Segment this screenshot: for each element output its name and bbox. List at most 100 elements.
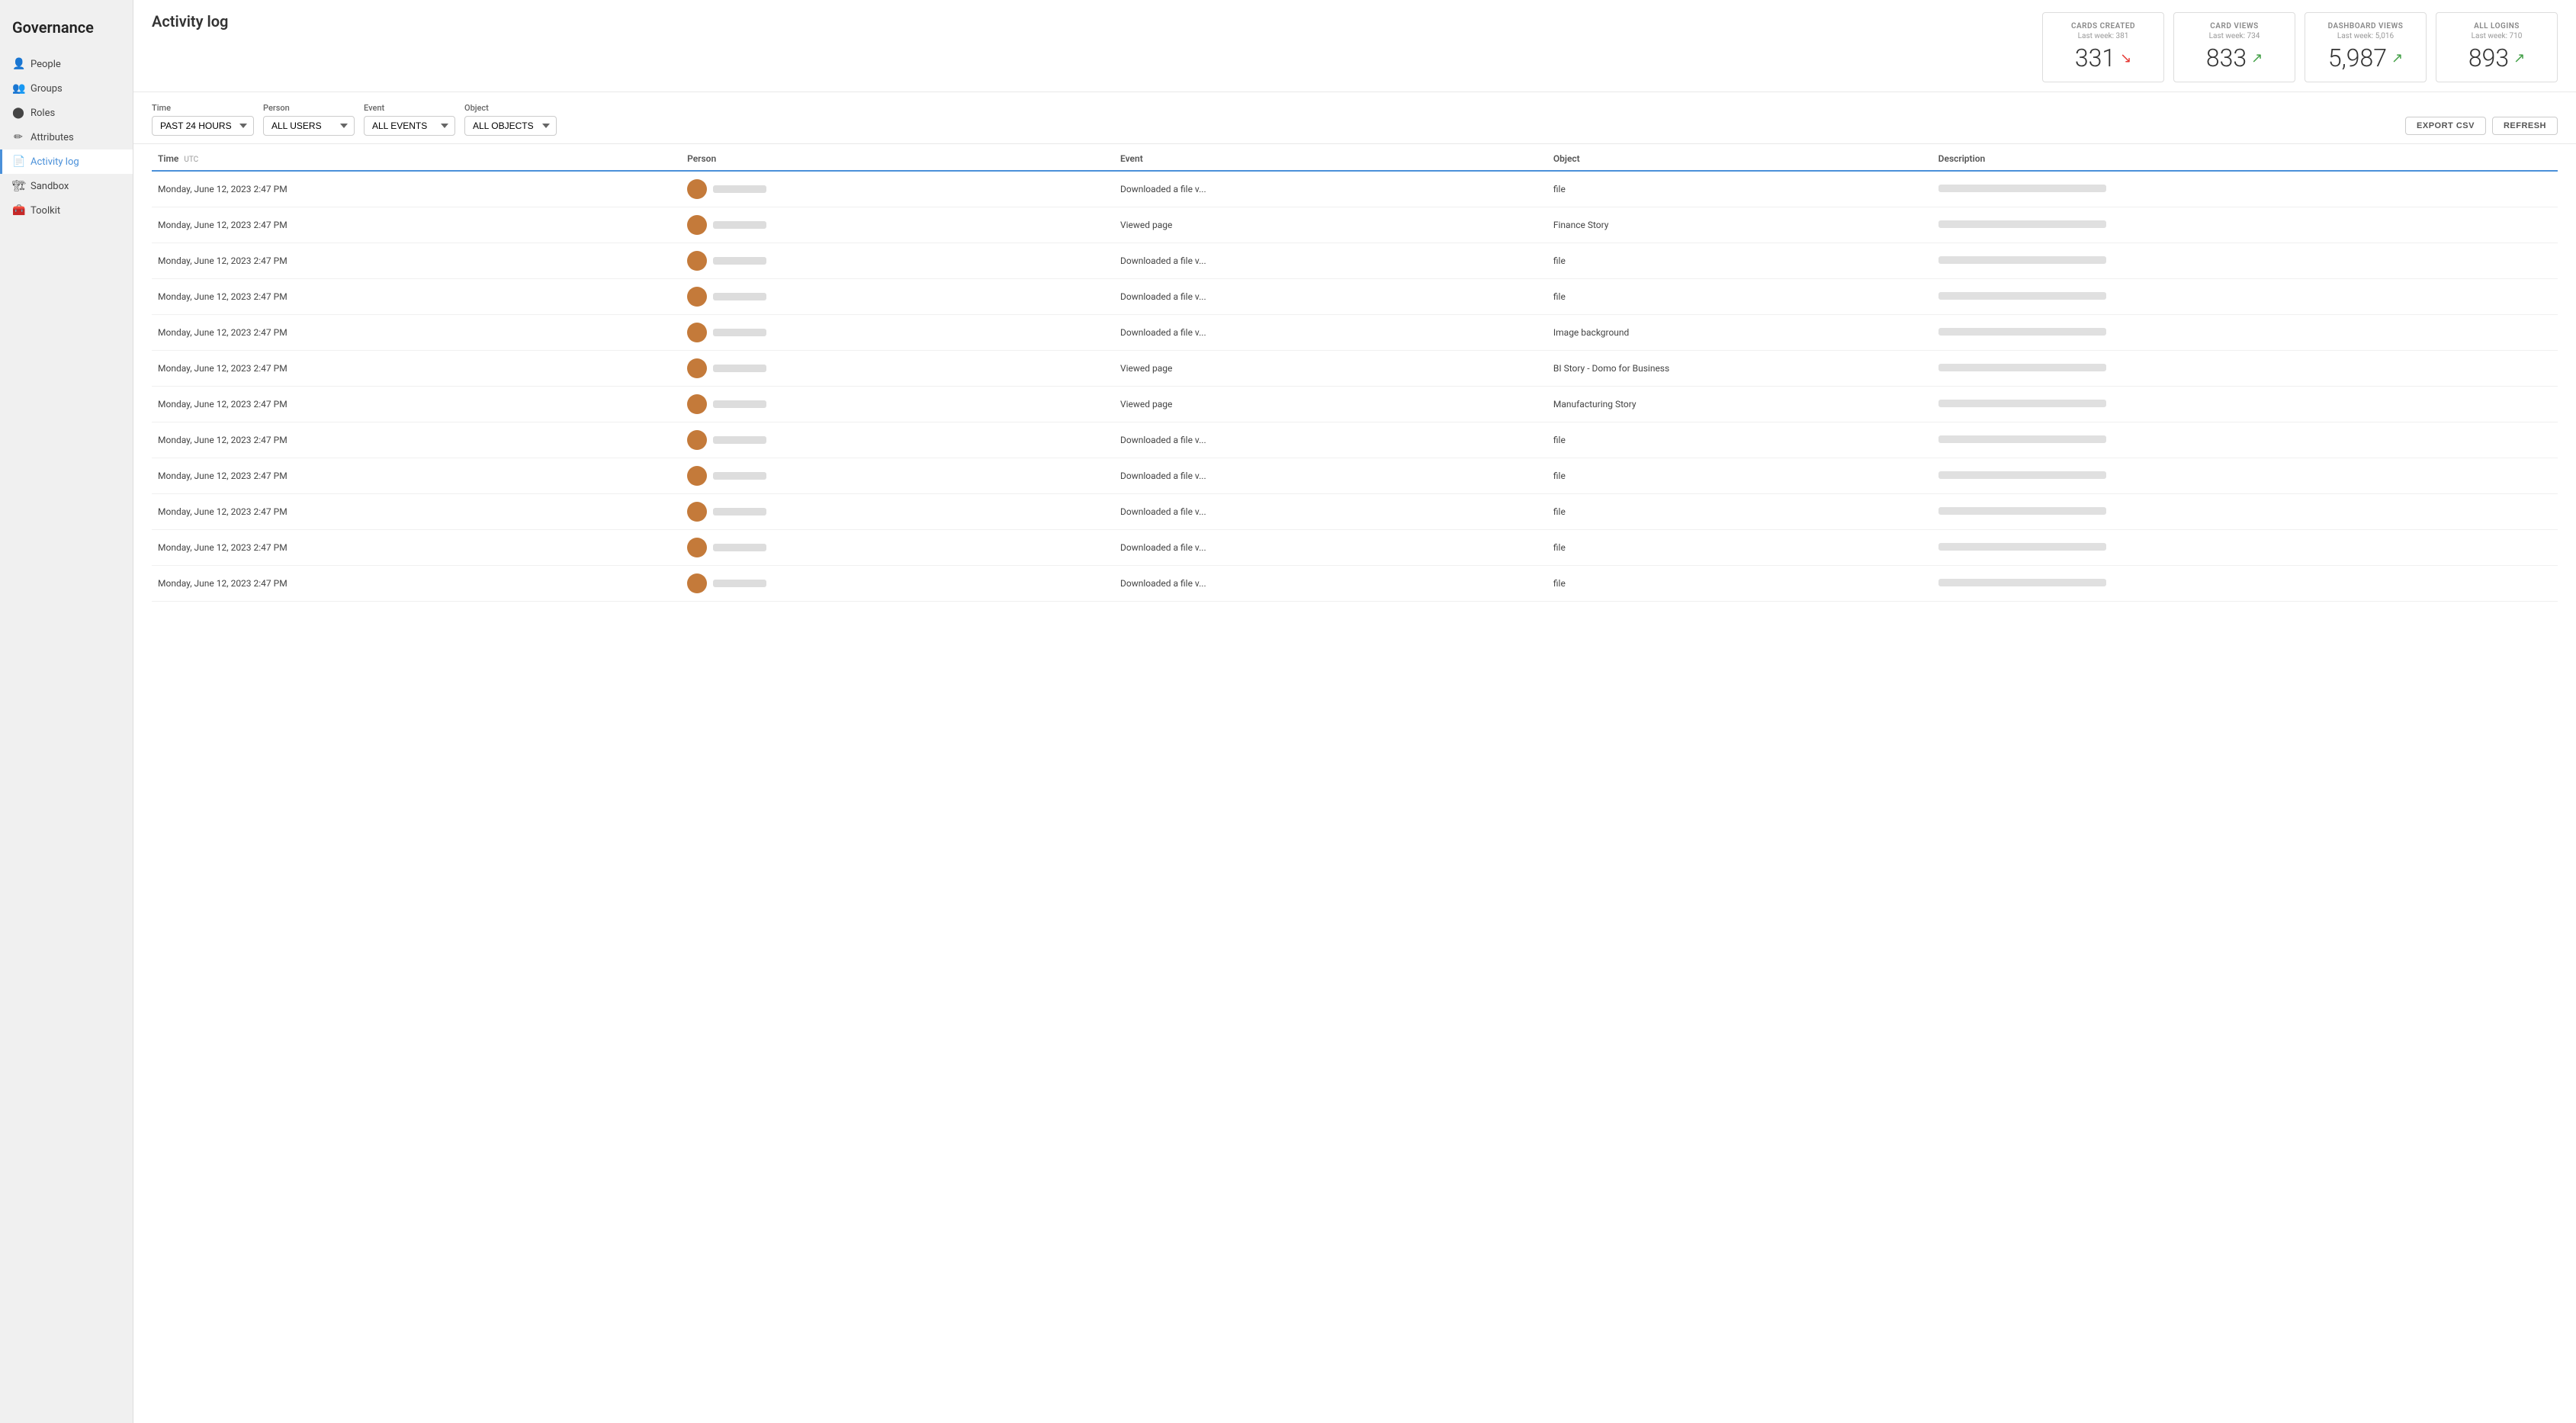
cell-person xyxy=(681,458,1114,494)
cell-event: Downloaded a file v... xyxy=(1114,458,1547,494)
person-filter-select[interactable]: ALL USERS xyxy=(263,116,355,136)
description-blur xyxy=(1938,543,2106,551)
cell-description xyxy=(1932,422,2558,458)
col-header-object: Object xyxy=(1547,144,1932,171)
table-row: Monday, June 12, 2023 2:47 PM Downloaded… xyxy=(152,494,2558,530)
cell-time: Monday, June 12, 2023 2:47 PM xyxy=(152,279,681,315)
sidebar-item-people[interactable]: 👤 People xyxy=(0,52,133,76)
person-name-blur xyxy=(713,329,766,336)
sidebar-item-attributes[interactable]: ✏ Attributes xyxy=(0,125,133,149)
cell-person xyxy=(681,387,1114,422)
person-cell xyxy=(687,502,1108,522)
sidebar-item-activity-log[interactable]: 📄 Activity log xyxy=(0,149,133,174)
cell-person xyxy=(681,279,1114,315)
cell-description xyxy=(1932,458,2558,494)
person-name-blur xyxy=(713,508,766,516)
person-name-blur xyxy=(713,293,766,300)
person-cell xyxy=(687,430,1108,450)
sandbox-icon: 🏗 xyxy=(12,180,24,192)
sidebar-item-label: Toolkit xyxy=(31,205,60,217)
table-container[interactable]: Time UTC Person Event Object Description… xyxy=(133,144,2576,1423)
time-filter-select[interactable]: PAST 24 HOURS PAST 7 DAYS PAST 30 DAYS xyxy=(152,116,254,136)
table-row: Monday, June 12, 2023 2:47 PM Viewed pag… xyxy=(152,351,2558,387)
people-icon: 👤 xyxy=(12,58,24,70)
avatar xyxy=(687,358,707,378)
person-name-blur xyxy=(713,580,766,587)
stat-value: 5,987 ↗ xyxy=(2321,43,2411,72)
cell-time: Monday, June 12, 2023 2:47 PM xyxy=(152,207,681,243)
object-filter-select[interactable]: ALL OBJECTS xyxy=(464,116,557,136)
sidebar-item-label: Groups xyxy=(31,83,63,95)
table-row: Monday, June 12, 2023 2:47 PM Downloaded… xyxy=(152,315,2558,351)
stat-value: 833 ↗ xyxy=(2189,43,2279,72)
filter-actions: EXPORT CSV REFRESH xyxy=(2405,117,2558,136)
description-blur xyxy=(1938,364,2106,371)
cell-person xyxy=(681,171,1114,207)
stat-subtext: Last week: 710 xyxy=(2452,32,2542,40)
filters-row: Time PAST 24 HOURS PAST 7 DAYS PAST 30 D… xyxy=(133,92,2576,144)
person-name-blur xyxy=(713,544,766,551)
cell-object: file xyxy=(1547,458,1932,494)
table-header-row: Time UTC Person Event Object Description xyxy=(152,144,2558,171)
event-filter-select[interactable]: ALL EVENTS xyxy=(364,116,455,136)
refresh-button[interactable]: REFRESH xyxy=(2492,117,2558,135)
cell-description xyxy=(1932,530,2558,566)
avatar xyxy=(687,502,707,522)
stat-card-card-views: CARD VIEWS Last week: 734 833 ↗ xyxy=(2173,12,2295,82)
table-body: Monday, June 12, 2023 2:47 PM Downloaded… xyxy=(152,171,2558,602)
stat-label: CARDS CREATED xyxy=(2058,22,2148,31)
stats-row: CARDS CREATED Last week: 381 331 ↘ CARD … xyxy=(2042,12,2558,82)
cell-object: file xyxy=(1547,566,1932,602)
col-header-event: Event xyxy=(1114,144,1547,171)
sidebar-item-toolkit[interactable]: 🧰 Toolkit xyxy=(0,198,133,223)
export-csv-button[interactable]: EXPORT CSV xyxy=(2405,117,2486,135)
stat-card-all-logins: ALL LOGINS Last week: 710 893 ↗ xyxy=(2436,12,2558,82)
sidebar-item-label: Sandbox xyxy=(31,181,69,192)
table-row: Monday, June 12, 2023 2:47 PM Viewed pag… xyxy=(152,387,2558,422)
table-row: Monday, June 12, 2023 2:47 PM Viewed pag… xyxy=(152,207,2558,243)
table-row: Monday, June 12, 2023 2:47 PM Downloaded… xyxy=(152,458,2558,494)
col-header-description: Description xyxy=(1932,144,2558,171)
person-filter-label: Person xyxy=(263,103,355,113)
cell-time: Monday, June 12, 2023 2:47 PM xyxy=(152,243,681,279)
stat-label: DASHBOARD VIEWS xyxy=(2321,22,2411,31)
cell-time: Monday, June 12, 2023 2:47 PM xyxy=(152,422,681,458)
cell-person xyxy=(681,315,1114,351)
cell-object: file xyxy=(1547,243,1932,279)
cell-object: file xyxy=(1547,494,1932,530)
avatar xyxy=(687,394,707,414)
toolkit-icon: 🧰 xyxy=(12,204,24,217)
description-blur xyxy=(1938,400,2106,407)
cell-description xyxy=(1932,207,2558,243)
cell-object: file xyxy=(1547,422,1932,458)
avatar xyxy=(687,179,707,199)
avatar xyxy=(687,251,707,271)
person-name-blur xyxy=(713,365,766,372)
time-filter-label: Time xyxy=(152,103,254,113)
table-row: Monday, June 12, 2023 2:47 PM Downloaded… xyxy=(152,530,2558,566)
sidebar-item-groups[interactable]: 👥 Groups xyxy=(0,76,133,101)
sidebar-item-sandbox[interactable]: 🏗 Sandbox xyxy=(0,174,133,198)
cell-time: Monday, June 12, 2023 2:47 PM xyxy=(152,387,681,422)
table-row: Monday, June 12, 2023 2:47 PM Downloaded… xyxy=(152,171,2558,207)
cell-description xyxy=(1932,315,2558,351)
cell-object: file xyxy=(1547,171,1932,207)
cell-person xyxy=(681,351,1114,387)
cell-time: Monday, June 12, 2023 2:47 PM xyxy=(152,171,681,207)
avatar xyxy=(687,573,707,593)
avatar xyxy=(687,215,707,235)
cell-object: file xyxy=(1547,530,1932,566)
cell-description xyxy=(1932,243,2558,279)
col-header-person: Person xyxy=(681,144,1114,171)
cell-event: Downloaded a file v... xyxy=(1114,279,1547,315)
activity-log-icon: 📄 xyxy=(12,156,24,168)
cell-description xyxy=(1932,351,2558,387)
description-blur xyxy=(1938,328,2106,336)
person-cell xyxy=(687,323,1108,342)
cell-description xyxy=(1932,171,2558,207)
cell-object: Manufacturing Story xyxy=(1547,387,1932,422)
person-cell xyxy=(687,466,1108,486)
cell-event: Downloaded a file v... xyxy=(1114,566,1547,602)
cell-event: Viewed page xyxy=(1114,351,1547,387)
sidebar-item-roles[interactable]: ⬤ Roles xyxy=(0,101,133,125)
